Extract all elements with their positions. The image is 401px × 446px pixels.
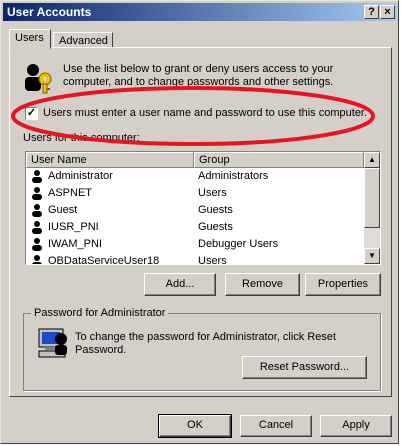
user-name: Administrator <box>48 170 113 182</box>
user-row-iwam-pni[interactable]: IWAM_PNI Debugger Users <box>26 236 364 253</box>
column-header-user-name[interactable]: User Name <box>26 152 194 168</box>
user-group: Debugger Users <box>198 238 279 250</box>
user-name: Guest <box>48 204 78 216</box>
tab-advanced[interactable]: Advanced <box>53 32 113 48</box>
user-icon <box>32 204 42 217</box>
ok-button[interactable]: OK <box>158 414 232 438</box>
user-icon <box>32 255 42 264</box>
remove-user-button[interactable]: Remove <box>225 273 300 296</box>
user-group: Guests <box>198 204 233 216</box>
annotation-ring <box>11 86 375 146</box>
computer-icon <box>38 328 67 358</box>
user-row-guest[interactable]: Guest Guests <box>26 202 364 219</box>
scroll-up-button[interactable]: ▲ <box>364 152 380 168</box>
user-icon <box>32 170 42 183</box>
cancel-button[interactable]: Cancel <box>240 415 312 437</box>
reset-password-button[interactable]: Reset Password... <box>242 356 367 379</box>
user-icon <box>32 221 42 234</box>
list-scrollbar[interactable]: ▲ ▼ <box>364 152 380 264</box>
user-group: Users <box>198 187 227 199</box>
user-row-administrator[interactable]: Administrator Administrators <box>26 168 364 185</box>
user-name: IWAM_PNI <box>48 238 102 250</box>
users-listbox[interactable]: User Name Group Administrator Administra… <box>25 151 381 265</box>
add-user-button[interactable]: Add... <box>144 273 216 296</box>
user-name: OBDataServiceUser18 <box>48 255 160 265</box>
password-group-label: Password for Administrator <box>31 307 169 319</box>
properties-button[interactable]: Properties <box>305 273 381 296</box>
user-group: Administrators <box>198 170 269 182</box>
password-instructions: To change the password for Administrator… <box>75 331 337 356</box>
user-icon <box>32 187 42 200</box>
user-row-aspnet[interactable]: ASPNET Users <box>26 185 364 202</box>
scroll-thumb[interactable] <box>364 168 380 228</box>
tab-users-label: Users <box>15 32 44 44</box>
user-icon <box>32 238 42 251</box>
title-bar[interactable]: User Accounts ? × <box>3 3 397 21</box>
tab-advanced-label: Advanced <box>59 35 108 47</box>
user-group: Users <box>198 255 227 265</box>
column-header-group[interactable]: Group <box>194 152 364 168</box>
tab-users[interactable]: Users <box>9 29 51 49</box>
window-title: User Accounts <box>7 5 92 19</box>
user-name: ASPNET <box>48 187 93 199</box>
help-button[interactable]: ? <box>364 5 379 19</box>
user-row-obdataserviceuser18[interactable]: OBDataServiceUser18 Users <box>26 253 364 265</box>
user-name: IUSR_PNI <box>48 221 99 233</box>
apply-button[interactable]: Apply <box>320 415 392 437</box>
user-group: Guests <box>198 221 233 233</box>
user-row-iusr-pni[interactable]: IUSR_PNI Guests <box>26 219 364 236</box>
scroll-down-button[interactable]: ▼ <box>364 248 380 264</box>
close-button[interactable]: × <box>380 5 395 19</box>
user-accounts-window: User Accounts ? × Users Advanced Use the… <box>0 0 399 444</box>
